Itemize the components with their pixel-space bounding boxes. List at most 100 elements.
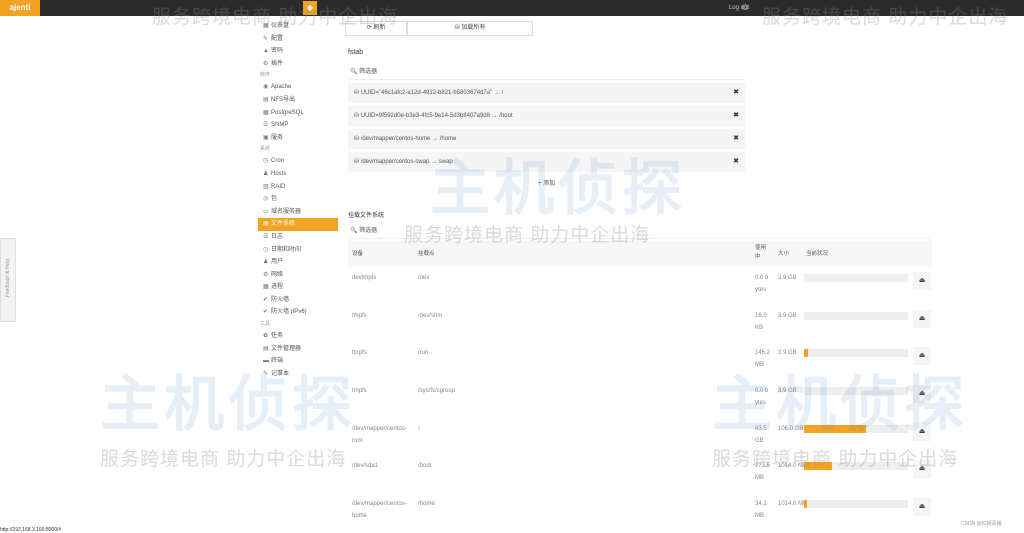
sidebar-item[interactable]: ▲ 密码 — [258, 45, 338, 58]
eject-icon[interactable]: ⏏ — [913, 498, 931, 516]
sidebar-item[interactable]: ◷ 日期和时间 — [258, 244, 338, 257]
sidebar-item[interactable]: ⚙ 插件 — [258, 58, 338, 71]
sidebar-item[interactable]: ✔ 防火墙 — [258, 294, 338, 307]
eject-icon[interactable]: ⏏ — [913, 272, 931, 290]
mountpoint-cell: / — [418, 426, 420, 432]
sidebar-item-icon: ▲ — [263, 48, 269, 55]
sidebar-item[interactable]: ◷ Cron — [258, 155, 338, 168]
sidebar-item[interactable]: ♟ 用户 — [258, 256, 338, 269]
usage-bar — [804, 312, 908, 320]
fstab-title: fstab — [348, 49, 364, 56]
sidebar: ▦ 仪表盘 ✎ 配置 ▲ 密码 ⚙ 插件 软件 ◉ Apache ▤ NFS导出 ▦ PostgreSQL ☰… — [258, 20, 338, 380]
size-cell: 3.9 GB — [778, 313, 797, 319]
watermark-logo: 主机侦探 — [100, 371, 356, 438]
usage-bar — [804, 274, 908, 282]
col-device: 设备 — [352, 251, 364, 257]
sidebar-item-label: SNMP — [271, 122, 289, 129]
sidebar-item-icon: ☰ — [263, 233, 269, 240]
sidebar-item[interactable]: ▭ 域名服务器 — [258, 206, 338, 219]
sidebar-item-label: 密码 — [271, 48, 284, 55]
delete-icon[interactable]: ✖ — [733, 152, 739, 172]
fstab-entry[interactable]: ⛁ UUID="46c1afc2-a12d-4912-b821-b5803674… — [348, 83, 745, 103]
sidebar-item-label: Cron — [271, 158, 285, 165]
sidebar-item[interactable]: ▤ NFS导出 — [258, 94, 338, 107]
delete-icon[interactable]: ✖ — [733, 129, 739, 149]
power-icon[interactable]: ⏻ — [742, 0, 748, 16]
sidebar-item-icon: ▥ — [263, 183, 269, 190]
watermark-text: 服务跨境电商 助力中企出海 — [100, 449, 347, 470]
sidebar-item-label: Apache — [271, 84, 292, 91]
sidebar-item-label: 服务 — [271, 134, 284, 141]
sidebar-item-icon: ▤ — [263, 96, 269, 103]
used-cell: 16.0 KB — [755, 313, 767, 331]
usage-bar — [804, 500, 908, 508]
sidebar-item[interactable]: ♟ Hosts — [258, 168, 338, 181]
sidebar-item-icon: ◷ — [263, 246, 269, 253]
device-cell: tmpfs — [352, 388, 367, 394]
sidebar-item-icon: ▣ — [263, 134, 269, 141]
used-cell: 34.1 MB — [755, 501, 767, 519]
fstab-entry-label: ⛁ UUID=9f592d0e-b3e3-4fc5-9e14-5d3b8407a… — [354, 113, 513, 119]
sidebar-item[interactable]: ✿ 任务 — [258, 330, 338, 343]
sidebar-item-label: NFS导出 — [271, 96, 296, 103]
sidebar-item-icon: ✎ — [263, 35, 269, 42]
watermark-text: 服务跨境电商 助力中企出海 — [712, 449, 959, 470]
sidebar-item[interactable]: ▤ 文件系统 — [258, 218, 338, 231]
sidebar-item-label: 文件管理器 — [271, 345, 302, 352]
sidebar-item-icon: ▤ — [263, 345, 269, 352]
mountpoint-cell: /run — [418, 350, 429, 356]
sidebar-item-label: 插件 — [271, 60, 284, 67]
sidebar-item[interactable]: ✔ 防火墙 (IPv6) — [258, 306, 338, 319]
sidebar-item-icon: ▦ — [263, 284, 269, 291]
watermark-text: 服务跨境电商 助力中企出海 — [404, 225, 651, 246]
sidebar-item-label: 文件系统 — [271, 221, 296, 228]
sidebar-item[interactable]: ▦ 进程 — [258, 281, 338, 294]
sidebar-item-icon: ✔ — [263, 296, 269, 303]
sidebar-item[interactable]: ✎ 配置 — [258, 33, 338, 46]
credit-text: CSDN @红帽青缘 — [961, 521, 1002, 527]
sidebar-item-label: Hosts — [271, 170, 287, 177]
device-cell: /dev/mapper/centos-root — [352, 426, 407, 444]
sidebar-item-icon: ✔ — [263, 309, 269, 316]
watermark-text: 服务跨境电商 助力中企出海 — [152, 7, 399, 28]
mountpoint-cell: /dev — [418, 275, 430, 281]
col-size: 大小 — [778, 251, 790, 257]
sidebar-item-icon: ♟ — [263, 259, 269, 266]
sidebar-item[interactable]: ▤ 文件管理器 — [258, 343, 338, 356]
size-cell: 1014.0 MB — [778, 501, 808, 507]
fstab-entry[interactable]: ⛁ UUID=9f592d0e-b3e3-4fc5-9e14-5d3b8407a… — [348, 106, 745, 126]
sidebar-item-label: 配置 — [271, 35, 284, 42]
col-status: 当前状况 — [806, 251, 829, 257]
sidebar-item[interactable]: ☰ 日志 — [258, 231, 338, 244]
sidebar-item-label: 防火墙 (IPv6) — [271, 309, 307, 316]
sidebar-item-label: RAID — [271, 183, 286, 190]
sidebar-item[interactable]: ▦ PostgreSQL — [258, 107, 338, 120]
mount-all-button[interactable]: ⛁ 加载所有 — [407, 21, 533, 36]
fstab-filter[interactable]: 🔍 筛选器 — [350, 65, 744, 80]
sidebar-item-icon: ☰ — [263, 122, 269, 129]
sidebar-item-label: 网络 — [271, 271, 284, 278]
sidebar-item-label: 日志 — [271, 233, 284, 240]
sidebar-item[interactable]: ◉ Apache — [258, 81, 338, 94]
sidebar-item-label: 进程 — [271, 284, 284, 291]
sidebar-item-label: 用户 — [271, 259, 284, 266]
sidebar-item-icon: ◉ — [263, 84, 269, 91]
sidebar-item[interactable]: ◎ 包 — [258, 193, 338, 206]
delete-icon[interactable]: ✖ — [733, 106, 739, 126]
sidebar-item-label: 域名服务器 — [271, 208, 302, 215]
eject-icon[interactable]: ⏏ — [913, 310, 931, 328]
sidebar-item[interactable]: ☰ SNMP — [258, 119, 338, 132]
fstab-entry-label: ⛁ UUID="46c1afc2-a12d-4912-b821-b5803674… — [354, 90, 504, 96]
sidebar-item[interactable]: ⚙ 网络 — [258, 269, 338, 282]
sidebar-group-label: 工具 — [260, 321, 271, 328]
mountpoint-cell: /dev/shm — [418, 313, 443, 319]
sidebar-item[interactable]: ▥ RAID — [258, 181, 338, 194]
feedback-tab[interactable]: Feedback & Help — [0, 238, 16, 322]
watermark-logo: 主机侦探 — [712, 371, 968, 438]
sidebar-item[interactable]: ▣ 服务 — [258, 132, 338, 145]
sidebar-item-label: PostgreSQL — [271, 109, 304, 116]
brand-logo[interactable]: ajenti — [0, 0, 40, 16]
col-used: 使用中 — [755, 245, 767, 260]
mountpoint-cell: /boot — [418, 463, 432, 469]
delete-icon[interactable]: ✖ — [733, 83, 739, 103]
